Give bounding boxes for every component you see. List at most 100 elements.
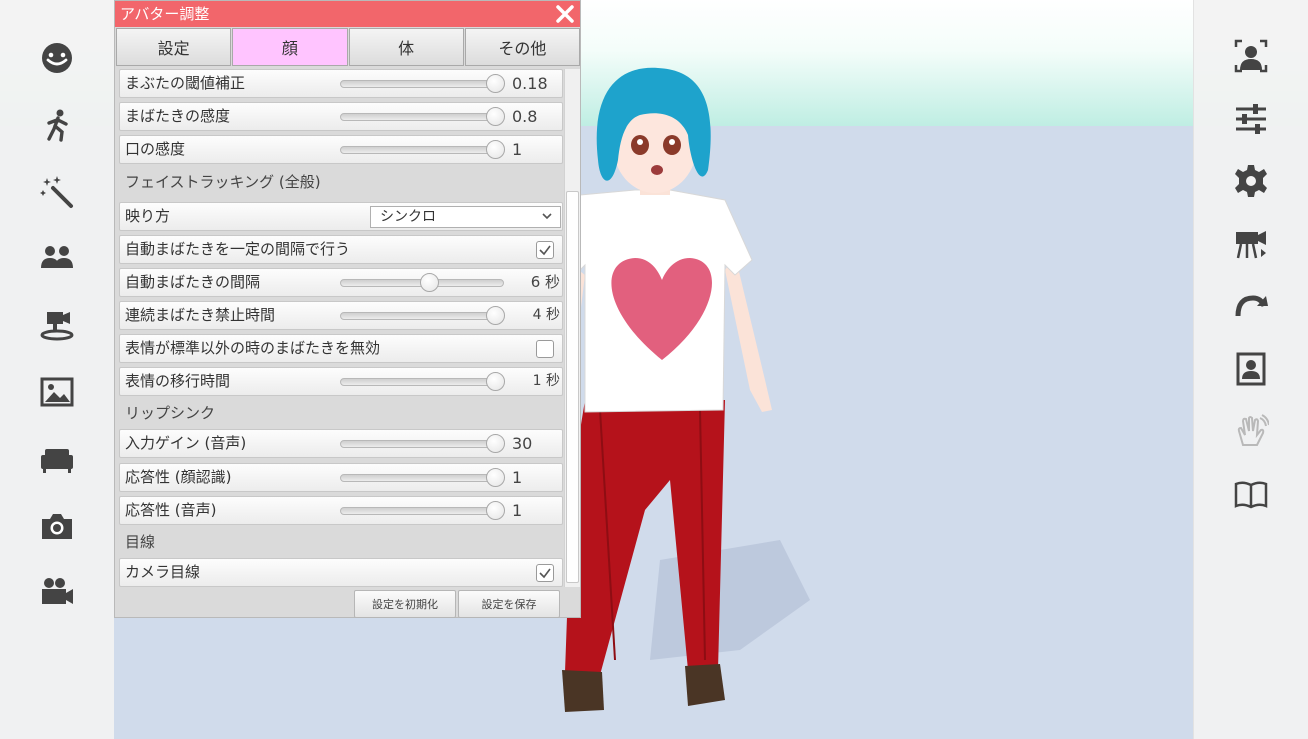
running-pose-icon [47,109,68,142]
movie-camera-icon [42,578,73,605]
hand-wave-icon [1237,414,1269,446]
chevron-down-icon [542,213,552,220]
input-gain-value: 30 [512,434,533,453]
panel-tabs: 設定 顔 体 その他 [116,28,580,66]
broadcast-button[interactable] [29,297,85,353]
portrait-frame-icon [1236,352,1266,385]
settings-scrollbar[interactable] [564,69,580,587]
checkmark-icon [539,245,551,256]
consecutive-blink-ban-slider[interactable] [340,306,505,325]
display-mode-select[interactable]: シンクロ [370,206,561,228]
pose-button[interactable] [29,97,85,153]
disable-blink-non-standard-row: 表情が標準以外の時のまばたきを無効 [119,334,563,363]
auto-blink-interval-label: 自動まばたきの間隔 [125,273,261,291]
smile-face-icon [42,43,72,73]
auto-blink-interval-slider[interactable] [340,273,504,292]
slider-thumb[interactable] [486,434,505,453]
display-mode-row: 映り方 シンクロ [119,202,563,231]
responsiveness-face-row: 応答性 (顔認識) 1 [119,463,563,492]
blink-sensitivity-slider[interactable] [340,107,505,126]
face-tracking-icon [1234,39,1268,73]
expression-button[interactable] [29,30,85,86]
lip-sync-section-header: リップシンク [119,399,563,427]
gaze-section-header: 目線 [119,528,563,556]
eyelid-threshold-value: 0.18 [512,74,548,93]
auto-blink-interval-value: 6 秒 [530,273,560,291]
slider-thumb[interactable] [486,140,505,159]
input-gain-row: 入力ゲイン (音声) 30 [119,429,563,458]
manual-button[interactable] [1223,466,1279,522]
display-mode-label: 映り方 [125,207,171,225]
right-toolbar [1193,0,1308,739]
scrollbar-thumb[interactable] [566,191,579,583]
portrait-button[interactable] [1223,341,1279,397]
record-button[interactable] [29,564,85,620]
expression-transition-label: 表情の移行時間 [125,372,231,390]
mouth-sensitivity-label: 口の感度 [125,140,186,158]
open-book-icon [1234,480,1268,508]
input-gain-label: 入力ゲイン (音声) [125,434,247,452]
camera-gaze-row: カメラ目線 [119,558,563,587]
section-title: フェイストラッキング (全般) [125,173,321,191]
disable-blink-non-standard-label: 表情が標準以外の時のまばたきを無効 [125,339,381,357]
auto-blink-row: 自動まばたきを一定の間隔で行う [119,235,563,264]
input-gain-slider[interactable] [340,434,505,453]
tab-body[interactable]: 体 [348,28,464,66]
mouth-sensitivity-slider[interactable] [340,140,505,159]
responsiveness-voice-slider[interactable] [340,501,505,520]
close-icon[interactable] [554,3,576,25]
camera-gaze-label: カメラ目線 [125,563,201,581]
consecutive-blink-ban-value: 4 秒 [532,307,560,323]
effects-button[interactable] [29,164,85,220]
gesture-button[interactable] [1223,403,1279,459]
responsiveness-face-value: 1 [512,468,523,487]
slider-thumb[interactable] [486,74,505,93]
panel-title: アバター調整 [120,5,210,23]
settings-list: まぶたの閾値補正 0.18 まばたきの感度 0.8 口の感度 1 フェイストラッ… [119,69,563,587]
camera-switch-button[interactable] [1223,216,1279,272]
mouth-sensitivity-row: 口の感度 1 [119,135,563,164]
section-title: リップシンク [125,404,216,422]
mouth-sensitivity-value: 1 [512,140,523,159]
expression-transition-row: 表情の移行時間 1 秒 [119,367,563,396]
auto-blink-checkbox[interactable] [536,241,554,259]
slider-thumb[interactable] [486,468,505,487]
avatar-model [560,67,810,712]
tab-settings[interactable]: 設定 [116,28,232,66]
settings-button[interactable] [1223,153,1279,209]
responsiveness-voice-value: 1 [512,501,523,520]
camera-gaze-checkbox[interactable] [536,564,554,582]
image-icon [40,377,74,407]
disable-blink-non-standard-checkbox[interactable] [536,340,554,358]
avatar-adjustment-panel: アバター調整 設定 顔 体 その他 まぶたの閾値補正 0.18 まばたきの感度 … [114,0,581,618]
eyelid-threshold-label: まぶたの閾値補正 [125,74,246,92]
panel-title-bar[interactable]: アバター調整 [115,1,580,27]
consecutive-blink-ban-label: 連続まばたき禁止時間 [125,306,276,324]
tab-face[interactable]: 顔 [232,28,348,66]
slider-thumb[interactable] [420,273,440,292]
adjustments-button[interactable] [1223,91,1279,147]
magic-wand-icon [40,175,73,208]
reset-settings-button[interactable]: 設定を初期化 [354,590,456,618]
gear-icon [1235,165,1267,197]
face-tracking-section-header: フェイストラッキング (全般) [119,168,563,196]
expression-transition-slider[interactable] [340,372,505,391]
display-mode-selected: シンクロ [380,209,436,225]
eyelid-threshold-slider[interactable] [340,74,505,93]
camera-icon [42,513,72,539]
auto-blink-interval-row: 自動まばたきの間隔 6 秒 [119,268,563,297]
save-settings-button[interactable]: 設定を保存 [458,590,560,618]
tab-other[interactable]: その他 [464,28,580,66]
checkmark-icon [539,568,551,579]
redo-arrow-icon [1235,295,1268,317]
group-icon [41,246,73,269]
collaboration-button[interactable] [29,230,85,286]
responsiveness-face-slider[interactable] [340,468,505,487]
slider-thumb[interactable] [486,501,505,520]
props-button[interactable] [29,431,85,487]
slider-thumb[interactable] [486,107,505,126]
background-button[interactable] [29,364,85,420]
photo-button[interactable] [29,498,85,554]
face-tracking-button[interactable] [1223,28,1279,84]
redo-button[interactable] [1223,278,1279,334]
